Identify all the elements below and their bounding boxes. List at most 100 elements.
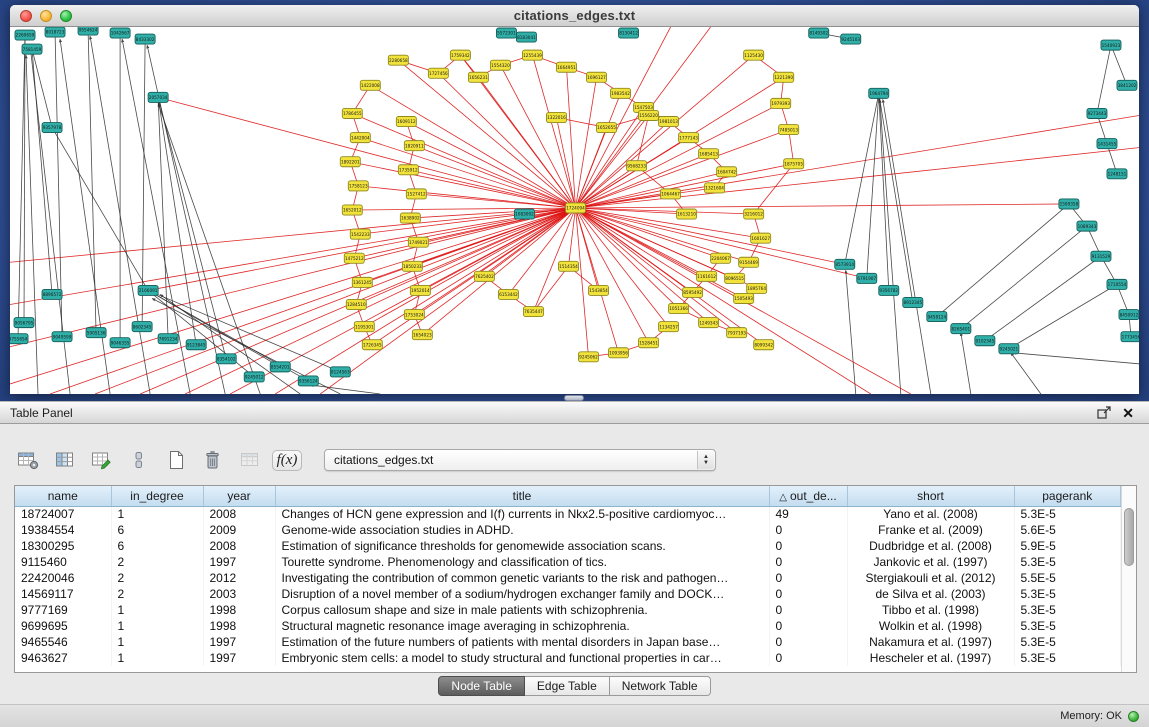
graph-node[interactable]: 1952014 bbox=[410, 285, 430, 295]
graph-node[interactable]: 8755654 bbox=[10, 334, 28, 344]
graph-node[interactable]: 7485013 bbox=[779, 125, 799, 135]
graph-node[interactable]: 1777143 bbox=[679, 133, 699, 143]
graph-node[interactable]: 1613210 bbox=[677, 209, 697, 219]
table-row[interactable]: 946554611997Estimation of the future num… bbox=[15, 634, 1121, 650]
graph-node[interactable]: 8896572 bbox=[42, 289, 62, 299]
graph-node[interactable]: 8130412 bbox=[619, 28, 639, 38]
graph-node[interactable]: 1249343 bbox=[699, 318, 719, 328]
graph-node[interactable]: 1964794 bbox=[869, 88, 889, 98]
graph-node[interactable]: 1321604 bbox=[705, 183, 725, 193]
column-header-out_de[interactable]: △out_de... bbox=[769, 486, 847, 506]
graph-node[interactable]: 1042667 bbox=[110, 28, 130, 38]
table-row[interactable]: 1872400712008Changes of HCN gene express… bbox=[15, 506, 1121, 522]
graph-node[interactable]: 3841202 bbox=[1117, 80, 1137, 90]
graph-node[interactable]: 8096515 bbox=[725, 273, 745, 283]
rows-button[interactable] bbox=[125, 447, 153, 473]
graph-node[interactable]: 2057034 bbox=[148, 92, 168, 102]
graph-node[interactable]: 8354102 bbox=[216, 354, 236, 364]
tab-node-table[interactable]: Node Table bbox=[438, 676, 525, 696]
graph-node[interactable]: 1604742 bbox=[717, 167, 737, 177]
graph-node[interactable]: 5905136 bbox=[86, 328, 106, 338]
hub-node[interactable]: 1724094 bbox=[565, 203, 585, 213]
table-row[interactable]: 977716911998Corpus callosum shape and si… bbox=[15, 602, 1121, 618]
graph-node[interactable]: 1773456 bbox=[1121, 332, 1139, 342]
new-file-button[interactable] bbox=[162, 447, 190, 473]
column-header-year[interactable]: year bbox=[203, 486, 275, 506]
graph-node[interactable]: 1514354 bbox=[558, 261, 578, 271]
graph-node[interactable]: 1654023 bbox=[412, 330, 432, 340]
graph-node[interactable]: 8433302 bbox=[135, 34, 155, 44]
table-row[interactable]: 911546021997Tourette syndrome. Phenomeno… bbox=[15, 554, 1121, 570]
function-builder-button[interactable]: f(x) bbox=[273, 447, 301, 473]
graph-node[interactable]: 1685413 bbox=[699, 149, 719, 159]
graph-node[interactable]: 1195301 bbox=[354, 322, 374, 332]
graph-node[interactable]: 1638902 bbox=[400, 213, 420, 223]
graph-node[interactable]: 2280658 bbox=[388, 55, 408, 65]
graph-node[interactable]: 7581459 bbox=[22, 44, 42, 54]
graph-node[interactable]: 1475212 bbox=[344, 253, 364, 263]
graph-node[interactable]: 1554320 bbox=[490, 60, 510, 70]
graph-node[interactable]: 9131529 bbox=[1091, 251, 1111, 261]
graph-node[interactable]: 9245012 bbox=[244, 372, 264, 382]
tab-network-table[interactable]: Network Table bbox=[610, 676, 711, 696]
graph-node[interactable]: 1609112 bbox=[396, 116, 416, 126]
graph-node[interactable]: 1527412 bbox=[406, 189, 426, 199]
graph-node[interactable]: 1759342 bbox=[450, 50, 470, 60]
close-panel-button[interactable]: ✕ bbox=[1117, 406, 1139, 420]
graph-node[interactable]: 1601627 bbox=[751, 233, 771, 243]
graph-node[interactable]: 1322016 bbox=[546, 112, 566, 122]
graph-node[interactable]: 9154469 bbox=[739, 257, 759, 267]
graph-node[interactable]: 1652012 bbox=[342, 205, 362, 215]
table-row[interactable]: 1830029562008Estimation of significance … bbox=[15, 538, 1121, 554]
graph-node[interactable]: 1786455 bbox=[342, 108, 362, 118]
graph-node[interactable]: 1125430 bbox=[744, 50, 764, 60]
graph-node[interactable]: 1064467 bbox=[661, 189, 681, 199]
graph-node[interactable]: 7691234 bbox=[158, 334, 178, 344]
column-header-short[interactable]: short bbox=[847, 486, 1014, 506]
graph-node[interactable]: 1161612 bbox=[697, 271, 717, 281]
graph-node[interactable]: 1556220 bbox=[639, 110, 659, 120]
graph-node[interactable]: 2204067 bbox=[711, 253, 731, 263]
graph-node[interactable]: 9046355 bbox=[110, 338, 130, 348]
graph-node[interactable]: 1981013 bbox=[659, 116, 679, 126]
graph-node[interactable]: 1542233 bbox=[350, 229, 370, 239]
graph-node[interactable]: 1083002 bbox=[514, 209, 534, 219]
graph-node[interactable]: 9554624 bbox=[78, 27, 98, 35]
network-view[interactable]: 2260659801872395546241042667758145984333… bbox=[10, 27, 1139, 394]
graph-node[interactable]: 1221390 bbox=[774, 72, 794, 82]
graph-node[interactable]: 9357978 bbox=[42, 123, 62, 133]
graph-node[interactable]: 1051366 bbox=[669, 304, 689, 314]
graph-node[interactable]: 1284510 bbox=[346, 299, 366, 309]
graph-node[interactable]: 1431455 bbox=[1097, 139, 1117, 149]
graph-node[interactable]: 1089343 bbox=[1077, 221, 1097, 231]
graph-node[interactable]: 9102345 bbox=[975, 336, 995, 346]
zoom-window-button[interactable] bbox=[60, 10, 72, 22]
tab-edge-table[interactable]: Edge Table bbox=[525, 676, 610, 696]
graph-node[interactable]: 1726345 bbox=[362, 340, 382, 350]
graph-node[interactable]: 1895764 bbox=[747, 283, 767, 293]
graph-node[interactable]: 1652655 bbox=[597, 123, 617, 133]
graph-node[interactable]: 1422008 bbox=[360, 80, 380, 90]
graph-node[interactable]: 8099342 bbox=[754, 340, 774, 350]
graph-node[interactable]: 1749021 bbox=[408, 237, 428, 247]
graph-node[interactable]: 9245021 bbox=[999, 344, 1019, 354]
graph-node[interactable]: 8595492 bbox=[683, 287, 703, 297]
graph-node[interactable]: 1875705 bbox=[784, 159, 804, 169]
table-scrollbar[interactable] bbox=[1121, 486, 1136, 672]
graph-node[interactable]: 9458124 bbox=[927, 312, 947, 322]
graph-node[interactable]: 1758123 bbox=[348, 181, 368, 191]
graph-node[interactable]: 7635447 bbox=[523, 307, 543, 317]
graph-node[interactable]: 8018723 bbox=[45, 27, 65, 37]
graph-node[interactable]: 7625402 bbox=[474, 271, 494, 281]
import-table-button[interactable] bbox=[236, 447, 264, 473]
graph-node[interactable]: 1361245 bbox=[352, 277, 372, 287]
table-row[interactable]: 1456911722003Disruption of a novel membe… bbox=[15, 586, 1121, 602]
graph-node[interactable]: 8554201 bbox=[270, 362, 290, 372]
column-header-title[interactable]: title bbox=[275, 486, 769, 506]
graph-node[interactable]: 3216012 bbox=[744, 209, 764, 219]
scrollbar-thumb[interactable] bbox=[1124, 508, 1134, 566]
edit-columns-button[interactable] bbox=[88, 447, 116, 473]
column-header-in_degree[interactable]: in_degree bbox=[111, 486, 203, 506]
table-row[interactable]: 1938455462009Genome-wide association stu… bbox=[15, 522, 1121, 538]
graph-node[interactable]: 1093956 bbox=[609, 348, 629, 358]
